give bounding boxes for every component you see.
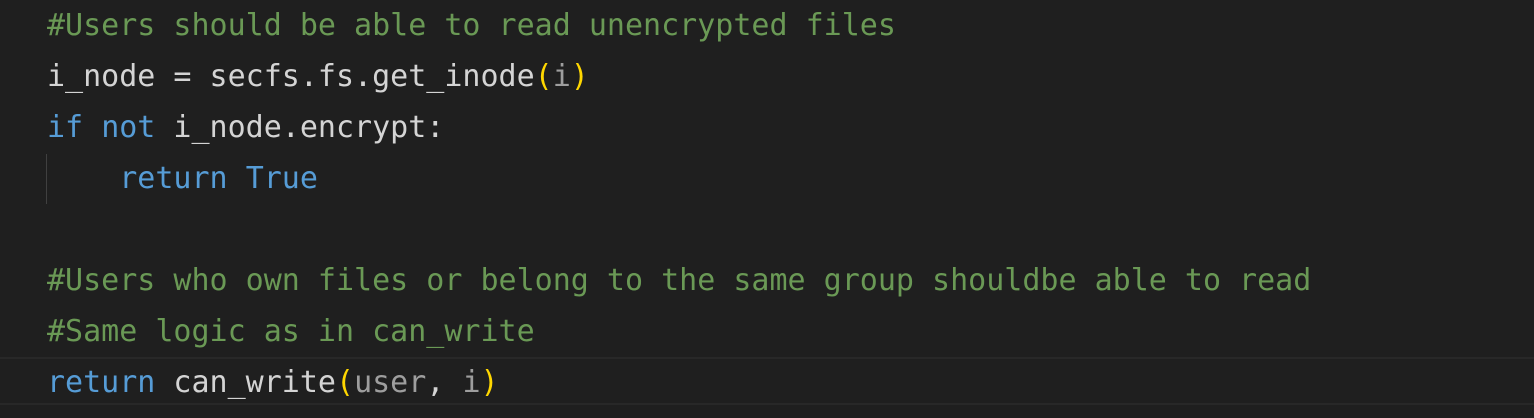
code-editor[interactable]: #Users should be able to read unencrypte… <box>0 0 1534 418</box>
code-line-7[interactable]: #Same logic as in can_write <box>47 306 535 357</box>
code-token-bracket: ( <box>336 365 355 400</box>
code-line-8[interactable]: return can_write(user, i) <box>47 357 499 408</box>
code-line-3[interactable]: if not i_node.encrypt: <box>47 102 444 153</box>
code-token-ident <box>47 161 119 196</box>
code-token-comment: #Users who own files or belong to the sa… <box>47 263 1312 298</box>
code-token-ident: i_node = secfs.fs.get_inode <box>47 59 535 94</box>
code-token-keyword: if <box>47 110 84 145</box>
code-token-punct: , <box>426 365 463 400</box>
code-token-bracket: ) <box>570 59 589 94</box>
code-token-keyword: return <box>47 365 156 400</box>
code-token-param: i <box>462 365 481 400</box>
code-line-1[interactable]: #Users should be able to read unencrypte… <box>47 0 896 51</box>
code-line-2[interactable]: i_node = secfs.fs.get_inode(i) <box>47 51 589 102</box>
code-token-param: user <box>354 365 427 400</box>
code-token-keyword: not <box>101 110 156 145</box>
code-token-ident <box>83 110 101 145</box>
code-line-6[interactable]: #Users who own files or belong to the sa… <box>47 255 1311 306</box>
code-token-bracket: ) <box>480 365 499 400</box>
code-token-ident: i_node.encrypt: <box>155 110 445 145</box>
code-line-4[interactable]: return True <box>47 153 318 204</box>
code-token-param: i <box>552 59 571 94</box>
code-token-comment: #Same logic as in can_write <box>47 314 535 349</box>
code-token-keyword: return <box>119 161 228 196</box>
code-token-bracket: ( <box>534 59 553 94</box>
code-token-ident: can_write <box>155 365 336 400</box>
code-token-builtin: True <box>245 161 318 196</box>
code-token-ident <box>228 161 246 196</box>
code-token-comment: #Users should be able to read unencrypte… <box>47 8 896 43</box>
